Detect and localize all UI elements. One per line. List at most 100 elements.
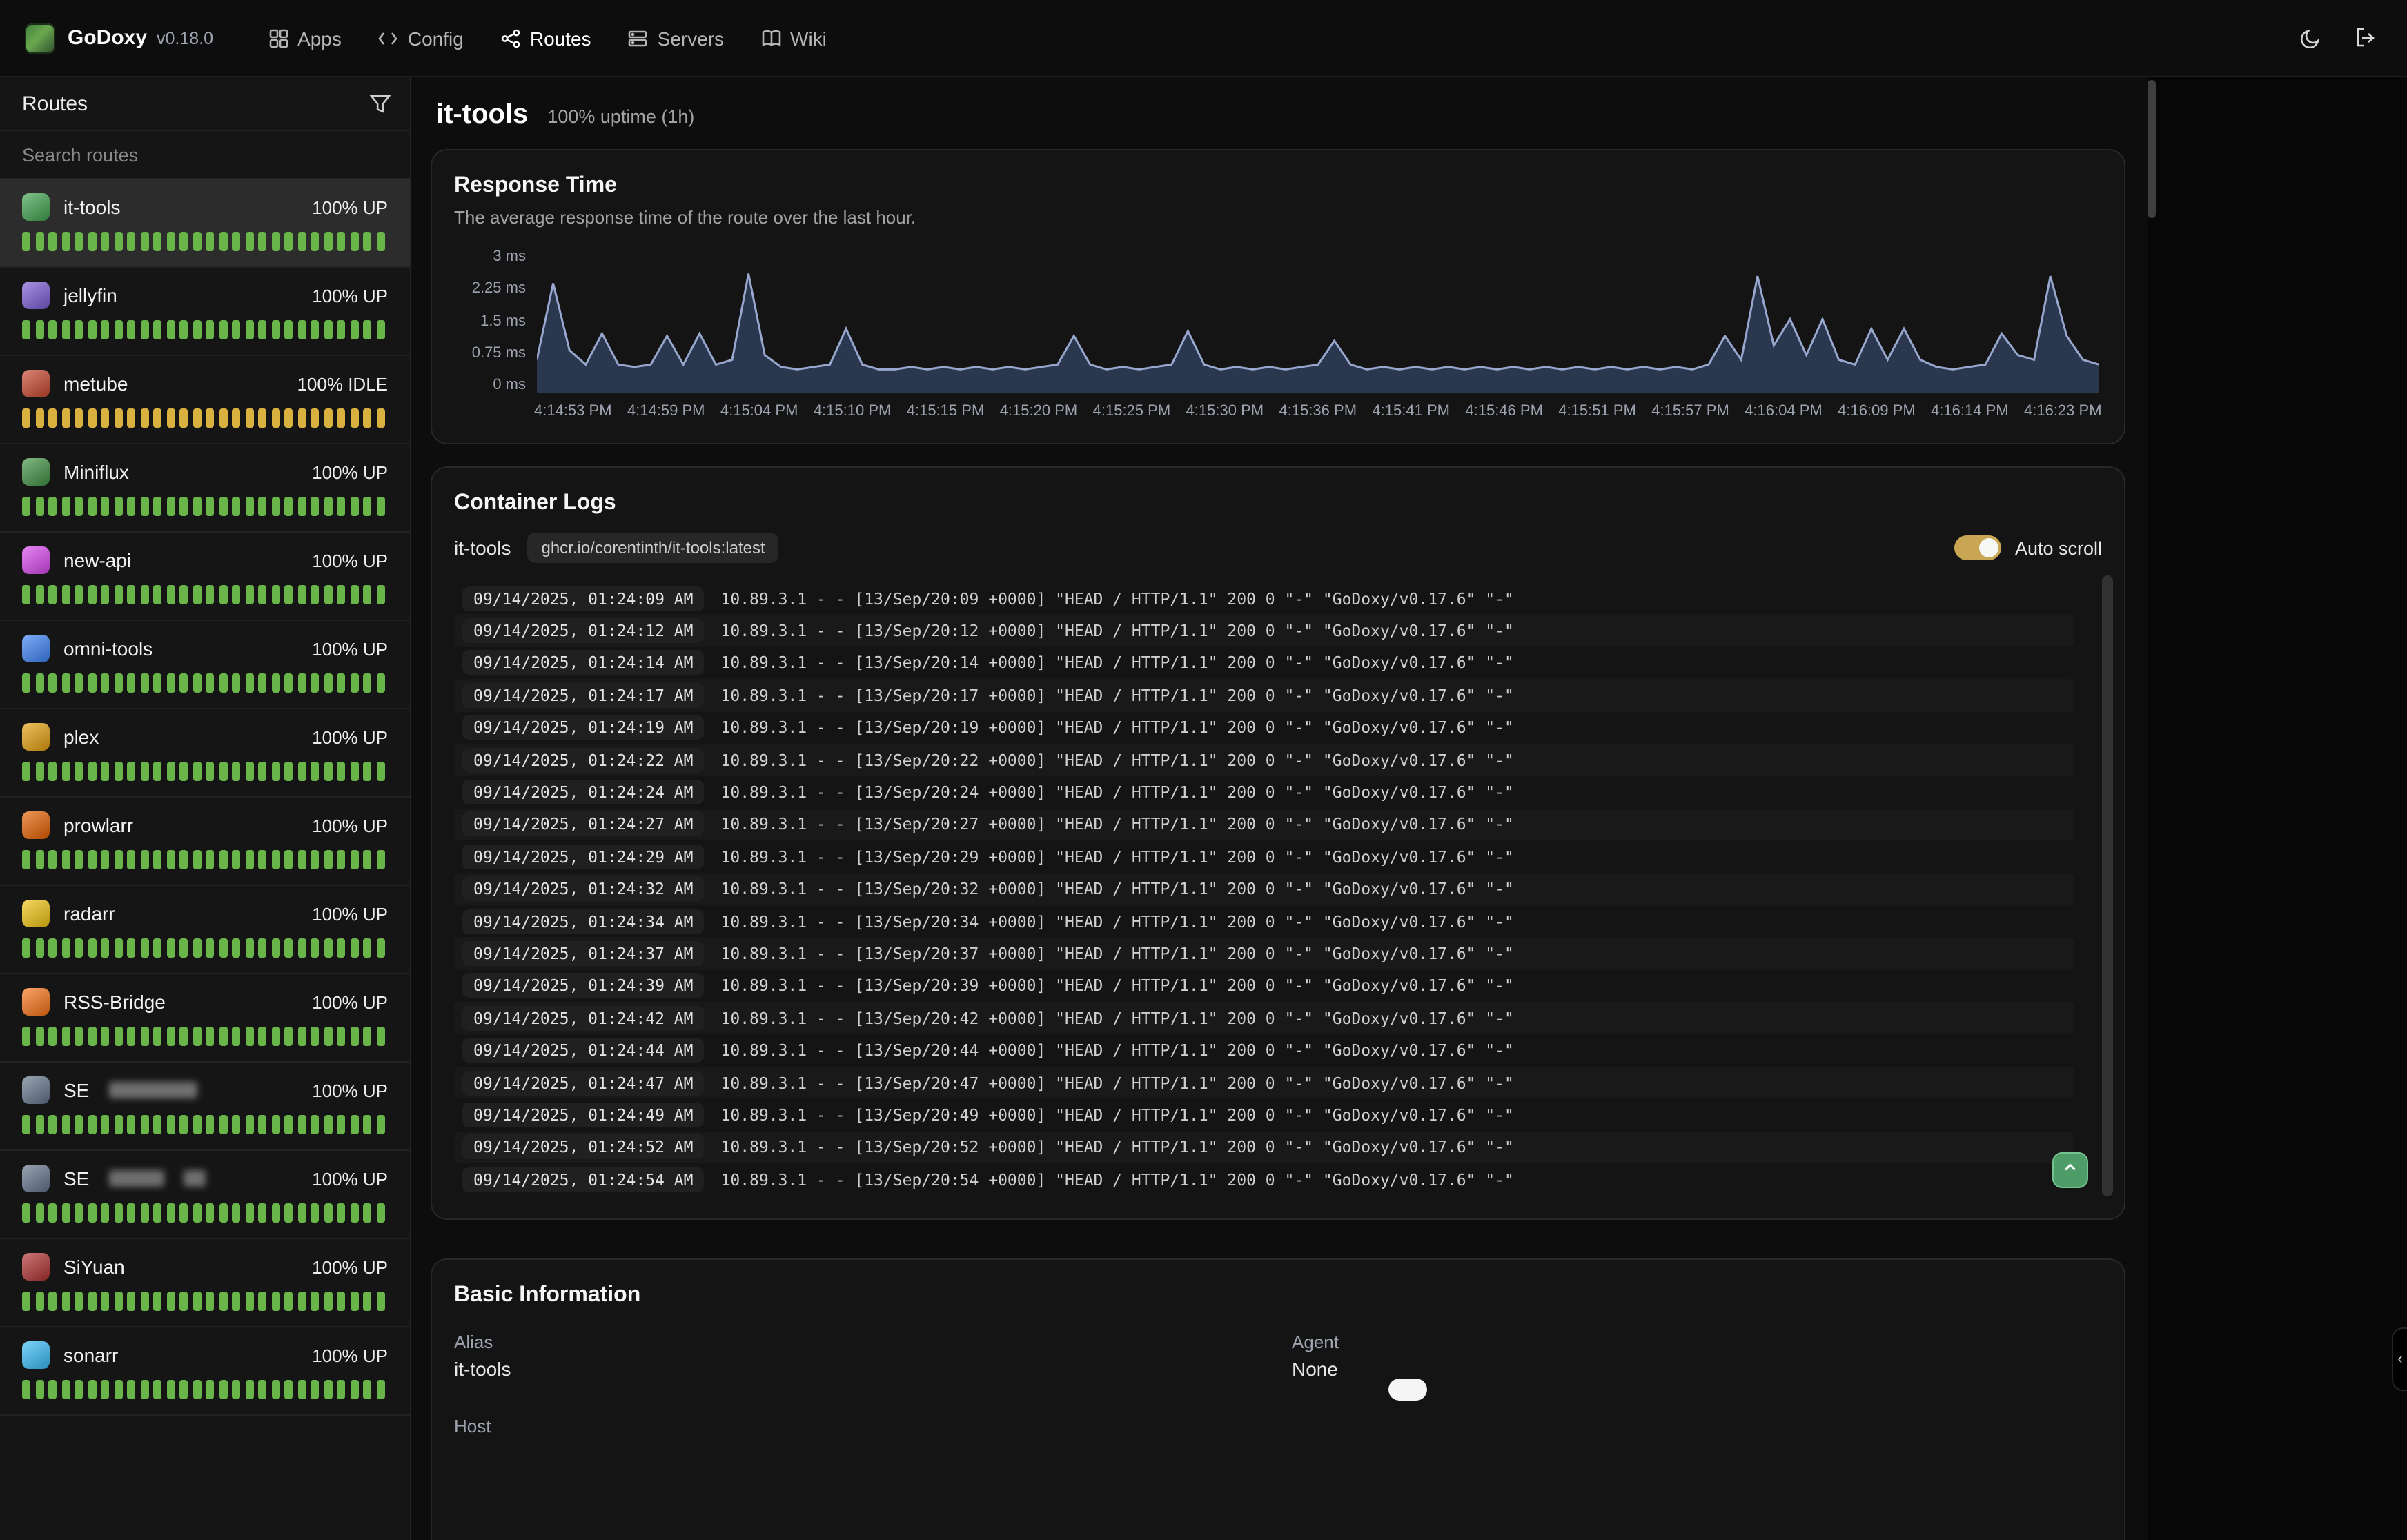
route-item-omni-tools[interactable]: omni-tools100% UP xyxy=(0,621,410,709)
route-status: 100% UP xyxy=(312,727,388,747)
route-name: sonarr xyxy=(63,1344,118,1366)
route-name: prowlarr xyxy=(63,814,133,836)
logs-header: it-tools ghcr.io/corentinth/it-tools:lat… xyxy=(454,533,2102,563)
route-status: 100% IDLE xyxy=(297,373,388,394)
route-item-it-tools[interactable]: it-tools100% UP xyxy=(0,179,410,268)
field-label: Alias xyxy=(454,1332,1292,1353)
log-timestamp: 09/14/2025, 01:24:34 AM xyxy=(462,909,705,934)
log-row: 09/14/2025, 01:24:24 AM10.89.3.1 - - [13… xyxy=(454,776,2074,809)
field-value xyxy=(454,1443,1292,1465)
route-item-rss-bridge[interactable]: RSS-Bridge100% UP xyxy=(0,974,410,1063)
nav-item-wiki[interactable]: Wiki xyxy=(761,27,827,49)
log-message: 10.89.3.1 - - [13/Sep/20:29 +0000] "HEAD… xyxy=(721,847,1514,867)
log-timestamp: 09/14/2025, 01:24:39 AM xyxy=(462,974,705,998)
route-name: SE xyxy=(63,1167,89,1189)
route-status: 100% UP xyxy=(312,1256,388,1277)
chart-x-axis: 4:14:53 PM4:14:59 PM4:15:04 PM4:15:10 PM… xyxy=(534,403,2102,419)
route-status: 100% UP xyxy=(312,903,388,924)
filter-icon[interactable] xyxy=(370,93,391,114)
route-name: plex xyxy=(63,726,99,748)
nav-item-servers[interactable]: Servers xyxy=(629,27,724,49)
route-item-se[interactable]: SE 100% UP xyxy=(0,1151,410,1239)
toggle-knob xyxy=(1979,538,1998,557)
route-status: 100% UP xyxy=(312,1168,388,1189)
page-scrollbar-thumb[interactable] xyxy=(2148,80,2156,218)
route-status: 100% UP xyxy=(312,1080,388,1100)
container-logs-card: Container Logs it-tools ghcr.io/corentin… xyxy=(431,466,2125,1221)
autoscroll-toggle[interactable] xyxy=(1954,535,2001,560)
panel-collapse-tab[interactable]: ‹ xyxy=(2392,1327,2407,1391)
search-row xyxy=(0,130,410,179)
search-routes-input[interactable] xyxy=(0,131,410,178)
brand-name: GoDoxy xyxy=(68,26,147,50)
server-icon xyxy=(629,28,648,48)
log-timestamp: 09/14/2025, 01:24:47 AM xyxy=(462,1070,705,1095)
code-icon xyxy=(379,28,398,48)
log-row: 09/14/2025, 01:24:22 AM10.89.3.1 - - [13… xyxy=(454,744,2074,776)
route-item-metube[interactable]: metube100% IDLE xyxy=(0,356,410,444)
route-status: 100% UP xyxy=(312,197,388,217)
route-item-jellyfin[interactable]: jellyfin100% UP xyxy=(0,268,410,356)
route-item-radarr[interactable]: radarr100% UP xyxy=(0,886,410,974)
route-name: omni-tools xyxy=(63,638,153,660)
route-status: 100% UP xyxy=(312,462,388,482)
container-image-badge[interactable]: ghcr.io/corentinth/it-tools:latest xyxy=(527,533,778,563)
route-item-plex[interactable]: plex 100% UP xyxy=(0,709,410,798)
log-message: 10.89.3.1 - - [13/Sep/20:54 +0000] "HEAD… xyxy=(721,1169,1514,1189)
log-row: 09/14/2025, 01:24:32 AM10.89.3.1 - - [13… xyxy=(454,873,2074,905)
field-label: Agent xyxy=(1292,1332,2102,1353)
route-list: it-tools100% UPjellyfin100% UPmetube100%… xyxy=(0,179,410,1540)
route-status: 100% UP xyxy=(312,550,388,571)
route-name: Miniflux xyxy=(63,461,129,483)
uptime-bars xyxy=(22,850,388,869)
route-item-new-api[interactable]: new-api 100% UP xyxy=(0,533,410,621)
basic-information-card: Basic Information Aliasit-toolsAgentNone… xyxy=(431,1259,2125,1540)
log-timestamp: 09/14/2025, 01:24:37 AM xyxy=(462,941,705,966)
route-name: new-api xyxy=(63,549,131,571)
log-timestamp: 09/14/2025, 01:24:49 AM xyxy=(462,1103,705,1127)
log-timestamp: 09/14/2025, 01:24:29 AM xyxy=(462,845,705,869)
nav-label: Wiki xyxy=(790,27,827,49)
route-status: 100% UP xyxy=(312,285,388,306)
log-message: 10.89.3.1 - - [13/Sep/20:52 +0000] "HEAD… xyxy=(721,1138,1514,1157)
log-row: 09/14/2025, 01:24:39 AM 10.89.3.1 - - [13… xyxy=(454,969,2074,1002)
log-row: 09/14/2025, 01:24:34 AM10.89.3.1 - - [13… xyxy=(454,905,2074,938)
rss-bridge-icon xyxy=(22,988,50,1016)
log-row: 09/14/2025, 01:24:37 AM10.89.3.1 - - [13… xyxy=(454,938,2074,970)
redacted-text xyxy=(183,1170,205,1187)
nav-item-routes[interactable]: Routes xyxy=(501,27,591,49)
route-item-siyuan[interactable]: SiYuan100% UP xyxy=(0,1239,410,1327)
theme-toggle-moon-icon[interactable] xyxy=(2299,27,2321,49)
scroll-to-top-button[interactable] xyxy=(2052,1153,2088,1189)
jellyfin-icon xyxy=(22,282,50,309)
se-icon xyxy=(22,1076,50,1104)
log-message: 10.89.3.1 - - [13/Sep/20:27 +0000] "HEAD… xyxy=(721,815,1514,834)
log-row: 09/14/2025, 01:24:47 AM10.89.3.1 - - [13… xyxy=(454,1067,2074,1099)
uptime-bars xyxy=(22,408,388,428)
info-field-host: Host xyxy=(454,1416,1292,1465)
route-status: 100% UP xyxy=(312,815,388,836)
log-message: 10.89.3.1 - - [13/Sep/20:39 +0000] "HEAD… xyxy=(721,976,1514,996)
omni-tools-icon xyxy=(22,635,50,662)
redacted-text xyxy=(108,1082,197,1098)
logs-scrollbar[interactable] xyxy=(2102,575,2113,1197)
nav-label: Routes xyxy=(530,27,591,49)
uptime-bars xyxy=(22,673,388,693)
route-item-sonarr[interactable]: sonarr100% UP xyxy=(0,1327,410,1416)
field-value: None xyxy=(1292,1359,2102,1381)
miniflux-icon xyxy=(22,458,50,486)
log-row: 09/14/2025, 01:24:09 AM10.89.3.1 - - [13… xyxy=(454,582,2074,615)
nav-item-apps[interactable]: Apps xyxy=(268,27,342,49)
route-item-prowlarr[interactable]: prowlarr 100% UP xyxy=(0,798,410,886)
log-timestamp: 09/14/2025, 01:24:27 AM xyxy=(462,812,705,837)
nav-label: Servers xyxy=(658,27,724,49)
uptime-bars xyxy=(22,320,388,339)
route-item-se[interactable]: SE100% UP xyxy=(0,1063,410,1151)
nav-item-config[interactable]: Config xyxy=(379,27,464,49)
log-row: 09/14/2025, 01:24:42 AM10.89.3.1 - - [13… xyxy=(454,1002,2074,1034)
logout-icon[interactable] xyxy=(2355,27,2377,49)
route-item-miniflux[interactable]: Miniflux 100% UP xyxy=(0,444,410,533)
uptime-bars xyxy=(22,938,388,958)
log-row: 09/14/2025, 01:24:27 AM 10.89.3.1 - - [13… xyxy=(454,808,2074,840)
logs-scrollbar-thumb[interactable] xyxy=(2102,575,2113,1197)
